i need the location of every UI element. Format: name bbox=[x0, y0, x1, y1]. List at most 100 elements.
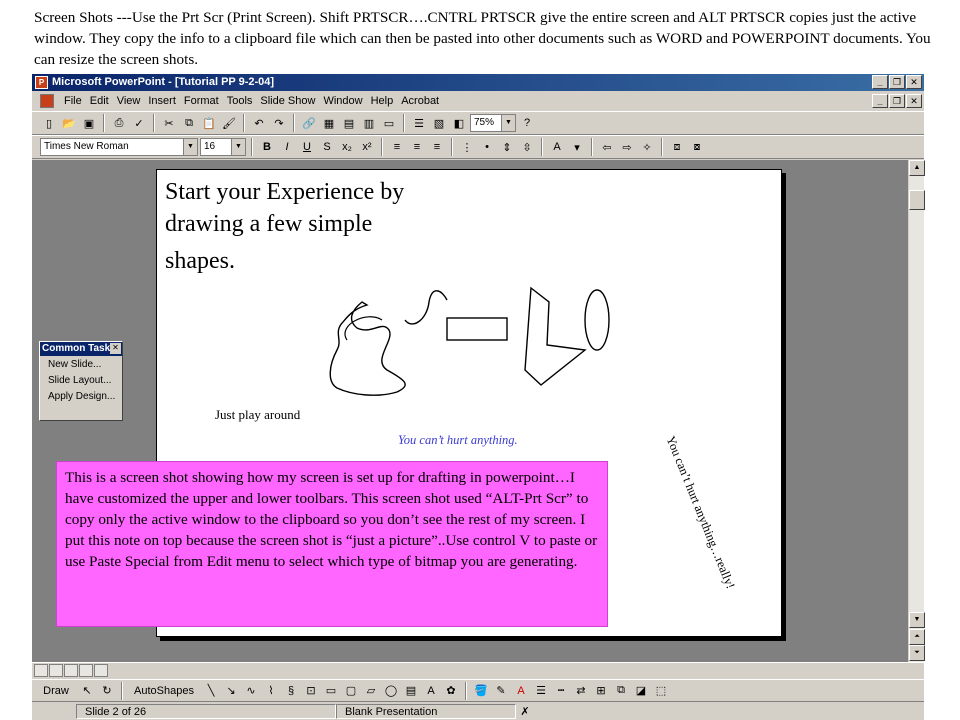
scribble-icon[interactable]: § bbox=[282, 682, 300, 700]
cut-icon[interactable]: ✂ bbox=[160, 114, 178, 132]
menu-edit[interactable]: Edit bbox=[86, 95, 113, 107]
promote-icon[interactable]: ⇦ bbox=[598, 138, 616, 156]
zoom-select[interactable]: 75% ▼ bbox=[470, 114, 516, 132]
format-painter-icon[interactable]: 🖌 bbox=[220, 114, 238, 132]
align-objects-icon[interactable]: ⊞ bbox=[592, 682, 610, 700]
chevron-down-icon[interactable]: ▼ bbox=[501, 115, 515, 131]
paste-icon[interactable]: 📋 bbox=[200, 114, 218, 132]
italic-button[interactable]: I bbox=[278, 138, 296, 156]
autoshapes-menu-button[interactable]: AutoShapes bbox=[128, 682, 200, 700]
shadow-icon[interactable]: ◪ bbox=[632, 682, 650, 700]
show-formatting-icon[interactable]: ▧ bbox=[430, 114, 448, 132]
connector-icon[interactable]: ⊡ bbox=[302, 682, 320, 700]
select-objects-icon[interactable]: ↖ bbox=[78, 682, 96, 700]
copy-icon[interactable]: ⧉ bbox=[180, 114, 198, 132]
decrease-spacing-icon[interactable]: ⇳ bbox=[518, 138, 536, 156]
slide-show-icon[interactable] bbox=[94, 664, 108, 677]
line-icon[interactable]: ╲ bbox=[202, 682, 220, 700]
scroll-thumb[interactable] bbox=[909, 190, 925, 210]
font-color-draw-icon[interactable]: A bbox=[512, 682, 530, 700]
wordart-icon[interactable]: A bbox=[422, 682, 440, 700]
menu-tools[interactable]: Tools bbox=[223, 95, 257, 107]
numbering-icon[interactable]: ⋮ bbox=[458, 138, 476, 156]
apply-design-item[interactable]: Apply Design... bbox=[40, 388, 122, 404]
chevron-down-icon[interactable]: ▼ bbox=[231, 139, 245, 155]
align-center-icon[interactable]: ≡ bbox=[408, 138, 426, 156]
grayscale-icon[interactable]: ◧ bbox=[450, 114, 468, 132]
bold-button[interactable]: B bbox=[258, 138, 276, 156]
new-icon[interactable]: ▯ bbox=[40, 114, 58, 132]
menu-help[interactable]: Help bbox=[367, 95, 398, 107]
freeform-icon[interactable]: ⌇ bbox=[262, 682, 280, 700]
menu-slide-show[interactable]: Slide Show bbox=[256, 95, 319, 107]
fill-color-icon[interactable]: 🪣 bbox=[472, 682, 490, 700]
menu-window[interactable]: Window bbox=[319, 95, 366, 107]
arrow-icon[interactable]: ↘ bbox=[222, 682, 240, 700]
scroll-down-icon[interactable]: ▼ bbox=[909, 612, 925, 628]
doc-close-button[interactable]: ✕ bbox=[906, 94, 922, 108]
curve-icon[interactable]: ∿ bbox=[242, 682, 260, 700]
slide-sorter-icon[interactable] bbox=[79, 664, 93, 677]
redo-icon[interactable]: ↷ bbox=[270, 114, 288, 132]
align-left-icon[interactable]: ≡ bbox=[388, 138, 406, 156]
font-color-icon[interactable]: A bbox=[548, 138, 566, 156]
superscript-icon[interactable]: x² bbox=[358, 138, 376, 156]
menu-acrobat[interactable]: Acrobat bbox=[397, 95, 443, 107]
hyperlink-icon[interactable]: 🔗 bbox=[300, 114, 318, 132]
slide-view-icon[interactable] bbox=[64, 664, 78, 677]
acrobat-convert-icon[interactable]: ⧈ bbox=[668, 138, 686, 156]
doc-restore-button[interactable]: ❐ bbox=[889, 94, 905, 108]
arrow-style-icon[interactable]: ⇄ bbox=[572, 682, 590, 700]
slide-layout-item[interactable]: Slide Layout... bbox=[40, 372, 122, 388]
menu-insert[interactable]: Insert bbox=[144, 95, 180, 107]
rounded-rectangle-icon[interactable]: ▢ bbox=[342, 682, 360, 700]
minimize-button[interactable]: _ bbox=[872, 75, 888, 89]
doc-minimize-button[interactable]: _ bbox=[872, 94, 888, 108]
3d-icon[interactable]: ⬚ bbox=[652, 682, 670, 700]
animation-effects-icon[interactable]: ✧ bbox=[638, 138, 656, 156]
save-icon[interactable]: ▣ bbox=[80, 114, 98, 132]
horizontal-scrollbar[interactable] bbox=[32, 662, 924, 679]
chevron-down-icon[interactable]: ▾ bbox=[568, 138, 586, 156]
spell-check-icon[interactable]: ✗ bbox=[516, 702, 534, 720]
acrobat-email-icon[interactable]: ⧇ bbox=[688, 138, 706, 156]
powerpoint-icon[interactable]: P bbox=[35, 76, 48, 89]
help-icon[interactable]: ? bbox=[518, 114, 536, 132]
oval-icon[interactable]: ◯ bbox=[382, 682, 400, 700]
free-rotate-icon[interactable]: ↻ bbox=[98, 682, 116, 700]
previous-slide-icon[interactable]: ⏶ bbox=[909, 629, 925, 645]
undo-icon[interactable]: ↶ bbox=[250, 114, 268, 132]
line-style-icon[interactable]: ☰ bbox=[532, 682, 550, 700]
clip-art-icon[interactable]: ✿ bbox=[442, 682, 460, 700]
menu-file[interactable]: File bbox=[60, 95, 86, 107]
insert-table-icon[interactable]: ▤ bbox=[340, 114, 358, 132]
insert-chart-icon[interactable]: ▥ bbox=[360, 114, 378, 132]
restore-button[interactable]: ❐ bbox=[889, 75, 905, 89]
menu-format[interactable]: Format bbox=[180, 95, 223, 107]
scroll-up-icon[interactable]: ▲ bbox=[909, 160, 925, 176]
vertical-scrollbar[interactable]: ▲ ▼ ⏶ ⏷ bbox=[908, 160, 925, 662]
line-color-icon[interactable]: ✎ bbox=[492, 682, 510, 700]
new-slide-icon[interactable]: ▭ bbox=[380, 114, 398, 132]
outline-view-icon[interactable] bbox=[49, 664, 63, 677]
underline-button[interactable]: U bbox=[298, 138, 316, 156]
close-button[interactable]: ✕ bbox=[906, 75, 922, 89]
increase-spacing-icon[interactable]: ⇕ bbox=[498, 138, 516, 156]
document-icon[interactable] bbox=[40, 94, 54, 108]
group-icon[interactable]: ⧉ bbox=[612, 682, 630, 700]
new-slide-item[interactable]: New Slide... bbox=[40, 356, 122, 372]
rectangle-icon[interactable]: ▭ bbox=[322, 682, 340, 700]
subscript-icon[interactable]: x₂ bbox=[338, 138, 356, 156]
font-size-select[interactable]: 16 ▼ bbox=[200, 138, 246, 156]
shadow-button[interactable]: S bbox=[318, 138, 336, 156]
spelling-icon[interactable]: ✓ bbox=[130, 114, 148, 132]
print-icon[interactable]: ⎙ bbox=[110, 114, 128, 132]
next-slide-icon[interactable]: ⏷ bbox=[909, 645, 925, 661]
textbox-icon[interactable]: ▤ bbox=[402, 682, 420, 700]
expand-all-icon[interactable]: ☰ bbox=[410, 114, 428, 132]
align-right-icon[interactable]: ≡ bbox=[428, 138, 446, 156]
title-bar[interactable]: P Microsoft PowerPoint - [Tutorial PP 9-… bbox=[32, 74, 924, 91]
open-icon[interactable]: 📂 bbox=[60, 114, 78, 132]
common-tasks-title[interactable]: Common Tasks ✕ bbox=[40, 342, 122, 356]
bullets-icon[interactable]: • bbox=[478, 138, 496, 156]
